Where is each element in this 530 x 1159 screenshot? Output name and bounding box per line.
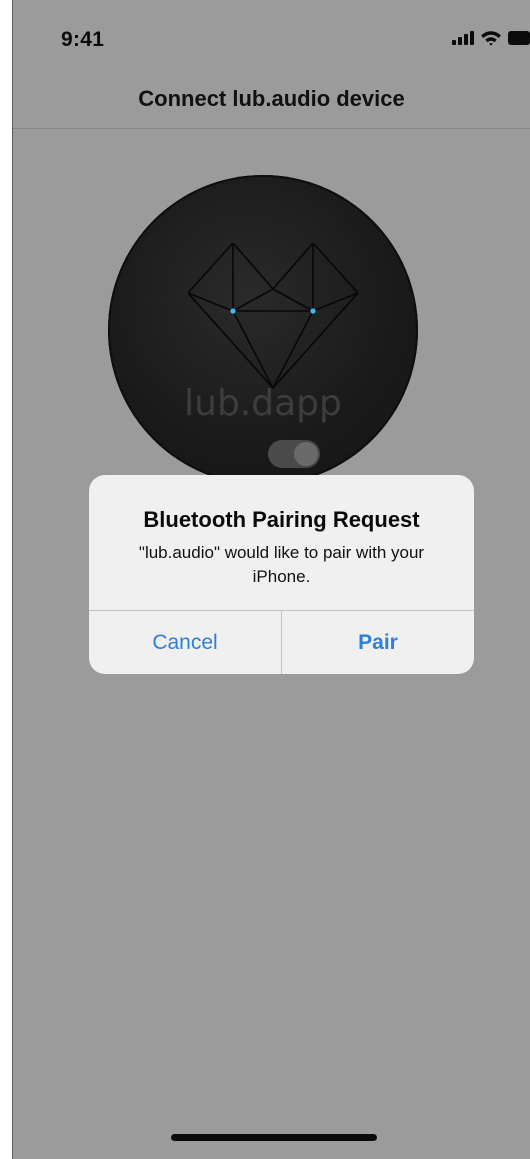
- device-brand-text: lub.dapp: [184, 383, 342, 424]
- cellular-signal-icon: [452, 31, 474, 50]
- device-power-switch: [268, 440, 320, 468]
- page-title: Connect lub.audio device: [138, 86, 405, 111]
- alert-message: "lub.audio" would like to pair with your…: [138, 543, 425, 586]
- status-bar: 9:41: [13, 0, 530, 70]
- pair-button[interactable]: Pair: [282, 611, 474, 674]
- phone-screen: 9:41 Connect lub.audio device lub.dapp B…: [12, 0, 530, 1159]
- bluetooth-pairing-alert: Bluetooth Pairing Request "lub.audio" wo…: [89, 475, 474, 674]
- alert-title: Bluetooth Pairing Request: [143, 507, 420, 532]
- wifi-icon: [480, 30, 502, 51]
- status-time: 9:41: [61, 28, 105, 51]
- heart-diamond-logo-icon: [188, 243, 358, 389]
- home-indicator[interactable]: [171, 1134, 377, 1141]
- device-disc: lub.dapp: [108, 175, 418, 485]
- alert-body: Bluetooth Pairing Request "lub.audio" wo…: [89, 475, 474, 610]
- device-switch-knob: [294, 442, 318, 466]
- cancel-button[interactable]: Cancel: [89, 611, 281, 674]
- status-icons: [452, 30, 530, 51]
- device-illustration: lub.dapp: [108, 175, 428, 495]
- battery-icon: [508, 31, 530, 50]
- navigation-bar: Connect lub.audio device: [13, 70, 530, 129]
